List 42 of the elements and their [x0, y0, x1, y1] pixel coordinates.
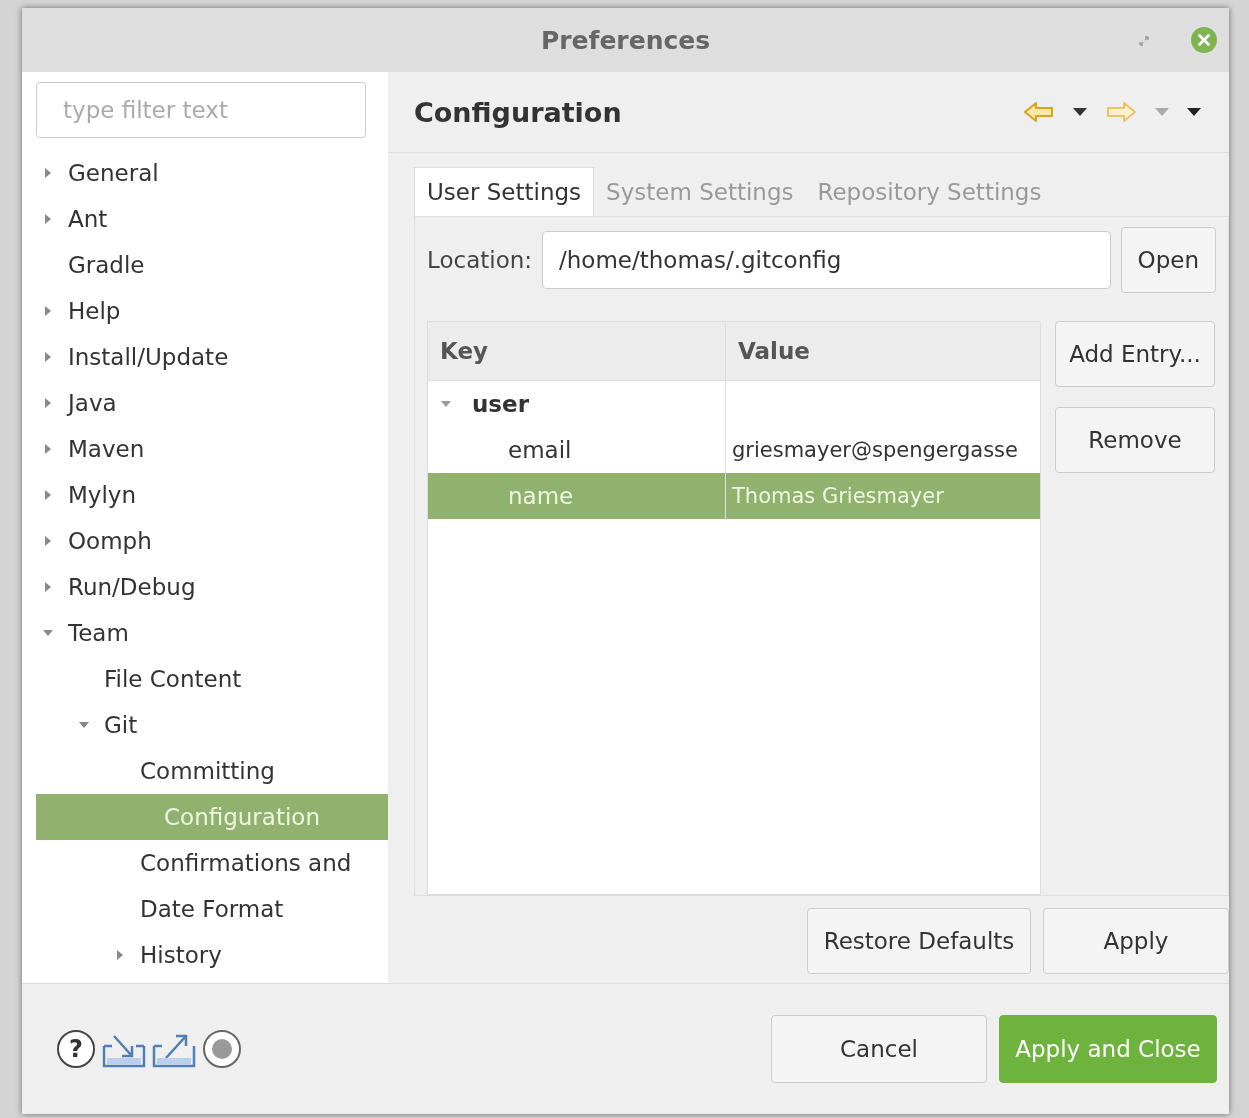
- restore-icon[interactable]: [1139, 36, 1149, 46]
- filter-field[interactable]: type filter text: [36, 82, 366, 138]
- tree-item[interactable]: File Content: [22, 656, 388, 702]
- table-cell: name: [428, 473, 726, 519]
- tree-item[interactable]: Help: [22, 288, 388, 334]
- page-action-button[interactable]: Restore Defaults: [807, 908, 1031, 974]
- open-button[interactable]: Open: [1120, 227, 1216, 293]
- tree-item[interactable]: Gradle: [22, 242, 388, 288]
- tree-item[interactable]: Run/Debug: [22, 564, 388, 610]
- table-cell-text: griesmayer@spengergasse: [731, 437, 1019, 464]
- menu-caret-icon[interactable]: [1187, 108, 1201, 116]
- tree-item[interactable]: Install/Update: [22, 334, 388, 380]
- tab[interactable]: User Settings: [414, 167, 595, 216]
- back-arrow-icon[interactable]: [1023, 101, 1055, 123]
- tree-item[interactable]: Team: [22, 610, 388, 656]
- tree-item[interactable]: Committing: [22, 748, 388, 794]
- location-field[interactable]: /home/thomas/.gitconfig: [542, 231, 1111, 289]
- tree-item[interactable]: Date Format: [22, 886, 388, 932]
- location-label: Location:: [427, 247, 533, 273]
- table-cell-text: Thomas Griesmayer: [731, 483, 945, 510]
- dropdown-caret-icon[interactable]: [1073, 108, 1087, 116]
- page-action-button[interactable]: Apply: [1043, 908, 1229, 974]
- window-title: Preferences: [540, 25, 711, 55]
- tree-item[interactable]: Java: [22, 380, 388, 426]
- tree-item[interactable]: Mylyn: [22, 472, 388, 518]
- table-action-button[interactable]: Remove: [1055, 407, 1215, 473]
- tree-item[interactable]: Git: [22, 702, 388, 748]
- tree-item[interactable]: Confirmations and: [22, 840, 388, 886]
- record-icon[interactable]: [202, 1029, 242, 1069]
- tree-item[interactable]: History: [22, 932, 388, 978]
- dialog-button[interactable]: Cancel: [771, 1015, 987, 1083]
- page-title: Configuration: [414, 96, 622, 128]
- help-icon[interactable]: ?: [56, 1029, 96, 1069]
- column-header[interactable]: Value: [726, 322, 1040, 380]
- tree-item[interactable]: General: [22, 150, 388, 196]
- close-icon[interactable]: [1191, 27, 1217, 53]
- column-header[interactable]: Key: [428, 322, 726, 380]
- table-action-button[interactable]: Add Entry...: [1055, 321, 1215, 387]
- tree-item[interactable]: Oomph: [22, 518, 388, 564]
- tree-item[interactable]: Maven: [22, 426, 388, 472]
- table-cell: user: [428, 381, 726, 427]
- tree-item[interactable]: Ant: [22, 196, 388, 242]
